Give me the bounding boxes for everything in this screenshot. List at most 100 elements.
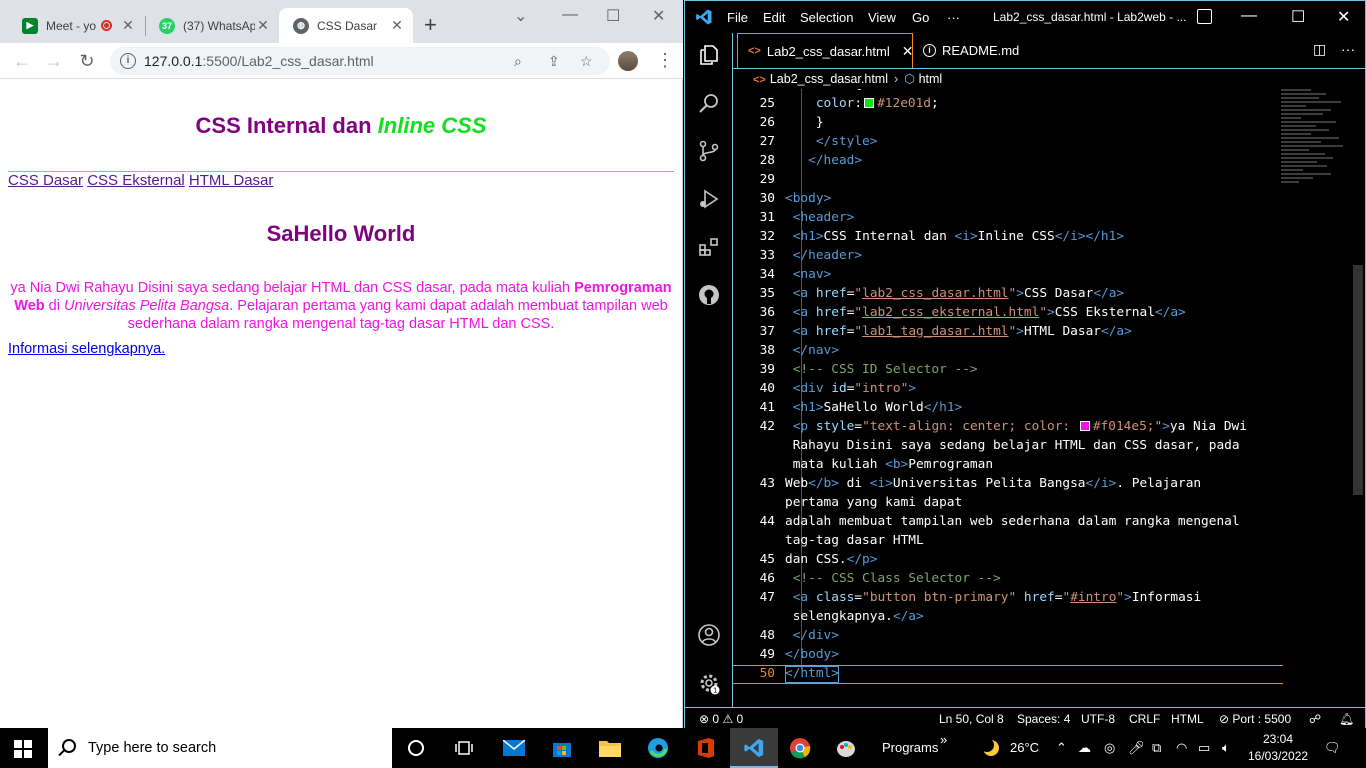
run-debug-icon[interactable] [697, 187, 721, 211]
feedback-icon[interactable]: ☍ [1309, 712, 1321, 726]
tab-readme[interactable]: i README.md [913, 33, 1043, 68]
file-explorer-icon[interactable] [598, 736, 622, 760]
edge-icon[interactable] [646, 736, 670, 760]
zoom-search-icon[interactable]: ⌕ [514, 53, 522, 70]
close-window-icon[interactable]: ✕ [1337, 7, 1350, 27]
code-editor[interactable]: 25 26 27 28 29 30 31 32 33 34 35 36 37 3… [733, 89, 1365, 707]
tray-expand-icon[interactable]: ⌃ [1056, 740, 1067, 756]
menu-file[interactable]: File [727, 10, 748, 25]
problems-indicator[interactable]: ⊗ 0 ⚠ 0 [699, 712, 743, 726]
code-line: </header> [792, 248, 863, 263]
share-icon[interactable]: ⇪ [548, 53, 560, 70]
more-actions-icon[interactable]: ··· [1341, 41, 1355, 57]
code-line: <div id="intro"> [792, 381, 917, 396]
close-window-icon[interactable]: ✕ [652, 6, 665, 26]
close-tab-icon[interactable]: ✕ [389, 17, 405, 34]
accounts-icon[interactable] [697, 623, 721, 647]
close-tab-icon[interactable]: ✕ [255, 17, 271, 34]
browser-menu-icon[interactable]: ⋮ [656, 49, 674, 71]
network-blocked-icon[interactable]: ☁ [1078, 740, 1091, 756]
new-tab-button[interactable]: + [424, 14, 437, 36]
code-line: <a href="lab2_css_dasar.html">CSS Dasar<… [792, 286, 1125, 301]
code-line: </div> [792, 628, 839, 643]
line-ending[interactable]: CRLF [1129, 712, 1160, 726]
bookmark-star-icon[interactable]: ☆ [580, 53, 593, 70]
wifi-icon[interactable]: ◠ [1176, 740, 1187, 756]
site-info-icon[interactable]: i [120, 53, 136, 69]
menu-view[interactable]: View [868, 10, 896, 25]
cursor-position[interactable]: Ln 50, Col 8 [939, 712, 1004, 726]
microphone-icon[interactable]: 🎤︎ [1128, 740, 1145, 756]
minimap[interactable] [1281, 89, 1351, 199]
close-tab-icon[interactable]: ✕ [120, 17, 136, 34]
notifications-bell-icon[interactable]: 🔔︎ [1339, 712, 1354, 726]
line-number: 34 [759, 267, 775, 282]
line-number: 36 [759, 305, 775, 320]
menu-edit[interactable]: Edit [763, 10, 785, 25]
encoding[interactable]: UTF-8 [1081, 712, 1115, 726]
programs-toolbar[interactable]: Programs [882, 740, 938, 755]
chrome-icon[interactable] [788, 736, 812, 760]
paint-icon[interactable] [834, 736, 858, 760]
weather-icon[interactable] [978, 736, 1002, 760]
tab-meet[interactable]: ▶ Meet - yo ✕ [8, 8, 144, 43]
windows-start-icon[interactable] [14, 740, 32, 758]
notifications-icon[interactable]: 🗨︎ [1324, 740, 1341, 756]
battery-icon[interactable]: ▭ [1198, 740, 1210, 756]
vscode-window: File Edit Selection View Go ··· Lab2_css… [684, 0, 1366, 728]
restore-icon[interactable]: ☐ [606, 6, 620, 26]
nav-link-css-dasar[interactable]: CSS Dasar [8, 172, 83, 189]
indentation[interactable]: Spaces: 4 [1017, 712, 1070, 726]
search-icon[interactable] [697, 91, 721, 115]
toolbar-overflow-chevron[interactable]: » [940, 732, 947, 747]
tab-lab2-css-dasar[interactable]: <> Lab2_css_dasar.html ✕ [737, 33, 913, 68]
layout-icon[interactable] [1197, 9, 1212, 24]
line-number: 47 [759, 590, 775, 605]
screen-capture-icon[interactable]: ⧉ [1152, 740, 1161, 756]
temperature[interactable]: 26°C [1010, 740, 1039, 755]
taskbar-search[interactable]: Type here to search [48, 728, 392, 768]
system-clock[interactable]: 23:04 16/03/2022 [1248, 731, 1308, 765]
para-text-2: di [44, 298, 64, 314]
minimize-icon[interactable]: — [562, 6, 578, 24]
tab-search-icon[interactable]: ⌄ [514, 6, 527, 26]
cortana-icon[interactable] [404, 736, 428, 760]
line-number: 25 [759, 96, 775, 111]
breadcrumb-file[interactable]: Lab2_css_dasar.html [770, 72, 888, 86]
forward-icon[interactable]: → [44, 51, 64, 71]
breadcrumb-element[interactable]: html [919, 72, 943, 86]
menu-more[interactable]: ··· [947, 10, 960, 25]
nav-link-css-eksternal[interactable]: CSS Eksternal [87, 172, 185, 189]
minimize-icon[interactable]: — [1241, 7, 1257, 25]
store-icon[interactable] [550, 736, 574, 760]
editor-scrollbar[interactable] [1353, 89, 1363, 707]
source-control-icon[interactable] [697, 139, 721, 163]
nav-link-html-dasar[interactable]: HTML Dasar [189, 172, 273, 189]
language-mode[interactable]: HTML [1171, 712, 1204, 726]
menu-selection[interactable]: Selection [800, 10, 853, 25]
back-icon[interactable]: ← [12, 51, 32, 71]
maximize-icon[interactable]: ☐ [1291, 7, 1305, 27]
extensions-icon[interactable] [697, 235, 721, 259]
live-server-port[interactable]: ⊘ Port : 5500 [1219, 712, 1291, 726]
explorer-icon[interactable] [697, 43, 721, 67]
mail-icon[interactable] [502, 736, 526, 760]
vscode-taskbar-icon[interactable] [742, 736, 766, 760]
scrollbar-thumb[interactable] [1353, 265, 1363, 495]
intro-heading: SaHello World [266, 221, 416, 246]
settings-gear-icon[interactable]: 1 [697, 671, 721, 695]
github-icon[interactable] [697, 283, 721, 307]
menu-go[interactable]: Go [912, 10, 929, 25]
volume-icon[interactable]: 🔈︎ [1222, 740, 1230, 756]
tab-css-dasar[interactable]: ◍ CSS Dasar ✕ [279, 8, 413, 43]
address-bar[interactable]: i 127.0.0.1:5500/Lab2_css_dasar.html ⌕ ⇪… [110, 47, 610, 75]
task-view-icon[interactable] [452, 736, 476, 760]
office-icon[interactable] [694, 736, 718, 760]
more-info-link[interactable]: Informasi selengkapnya. [8, 341, 165, 357]
meet-now-icon[interactable]: ◎ [1104, 740, 1115, 756]
tab-whatsapp[interactable]: 37 (37) WhatsAp ✕ [145, 8, 279, 43]
close-tab-icon[interactable]: ✕ [902, 43, 914, 60]
profile-avatar[interactable] [618, 51, 638, 71]
reload-icon[interactable]: ↻ [77, 51, 97, 71]
split-editor-icon[interactable]: ◫ [1313, 41, 1326, 58]
